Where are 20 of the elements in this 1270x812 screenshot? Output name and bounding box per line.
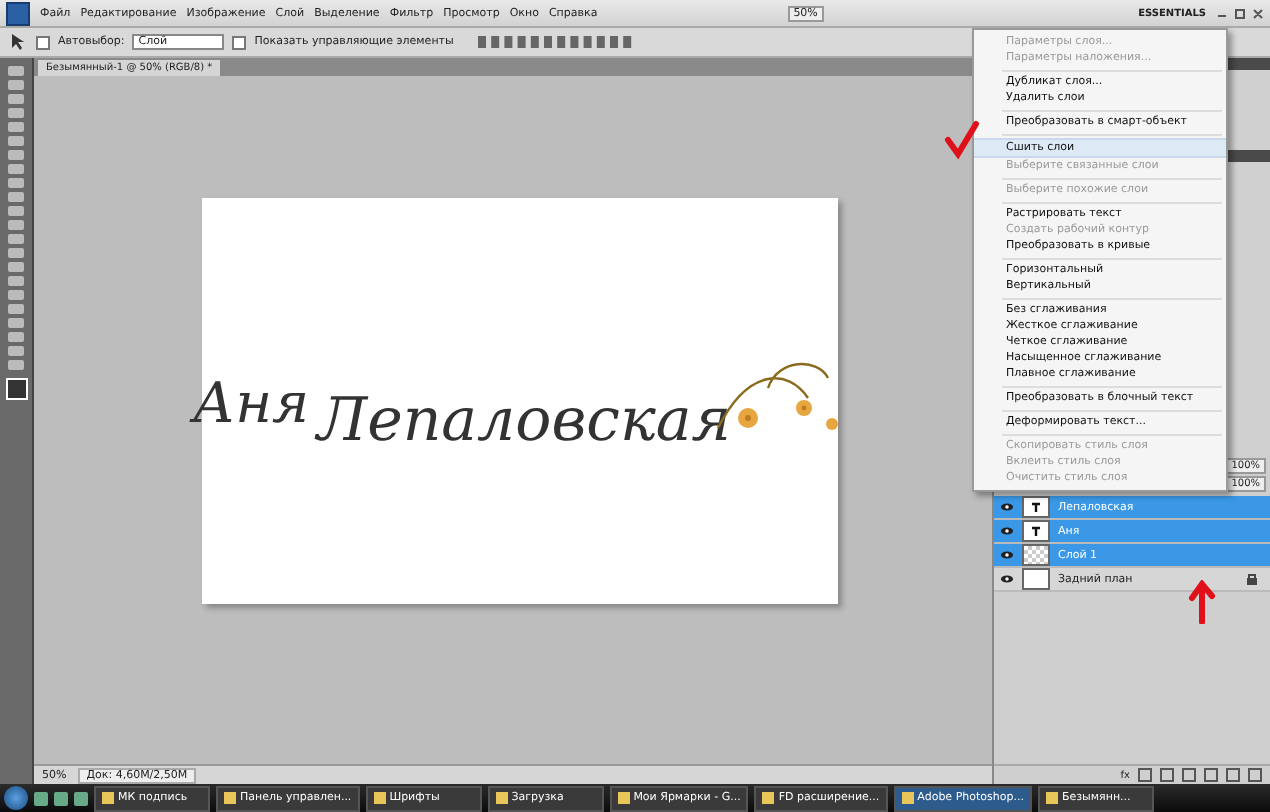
- color-swatches-icon[interactable]: [5, 378, 27, 400]
- canvas-text: Аня: [192, 376, 310, 432]
- eye-icon[interactable]: [1000, 526, 1014, 536]
- layer-thumbnail: [1022, 544, 1050, 566]
- arrow-annotation: [1188, 580, 1216, 624]
- app-logo-icon[interactable]: [6, 1, 30, 25]
- lock-icon: [1246, 572, 1258, 586]
- window-controls-icon[interactable]: [1216, 7, 1264, 19]
- start-button[interactable]: [4, 786, 28, 810]
- checkbox[interactable]: [232, 35, 247, 49]
- layer-thumbnail: [1022, 568, 1050, 590]
- move-tool-icon[interactable]: [8, 32, 28, 52]
- eye-icon[interactable]: [1000, 574, 1014, 584]
- checkmark-annotation: [942, 120, 982, 160]
- text-layer-thumbnail: [1022, 496, 1050, 518]
- text-layer-thumbnail: [1022, 520, 1050, 542]
- canvas-text: Лепаловская: [317, 392, 732, 452]
- eye-icon[interactable]: [1000, 502, 1014, 512]
- eye-icon[interactable]: [1000, 550, 1014, 560]
- checkbox[interactable]: [36, 35, 50, 49]
